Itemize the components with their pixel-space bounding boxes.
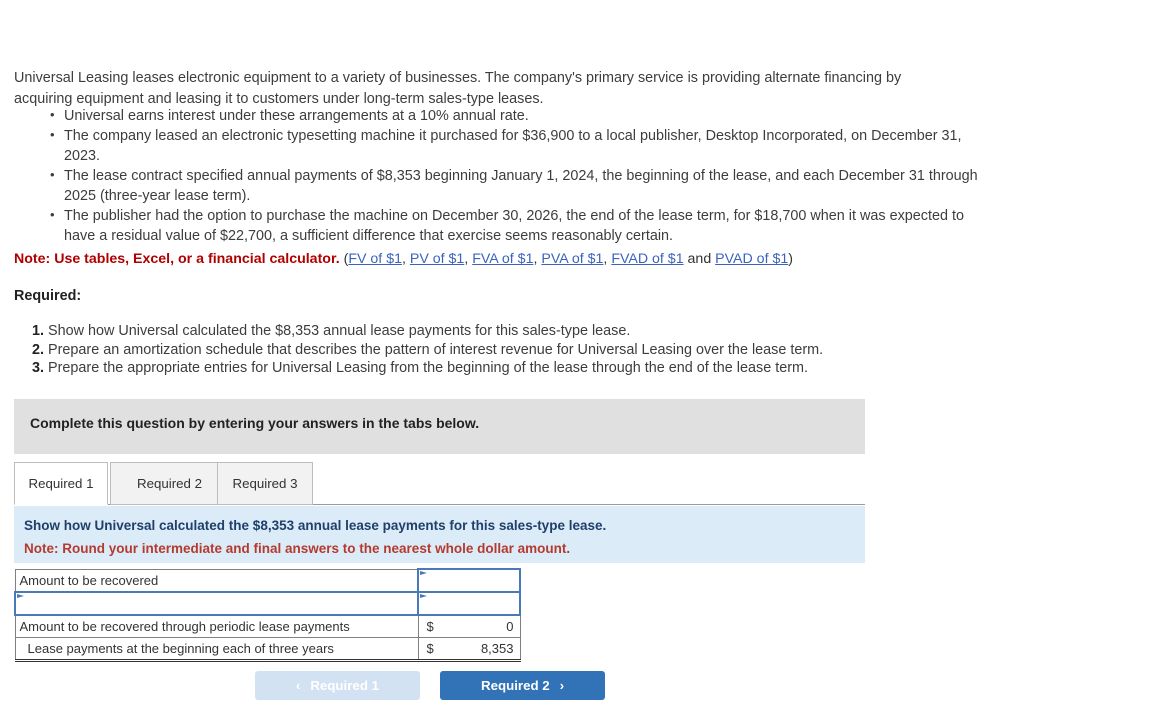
label-cell: Lease payments at the beginning each of … [14, 637, 419, 662]
required-item-number: 2. [32, 341, 45, 358]
row-label-text: Lease payments at the beginning each of … [27, 641, 334, 656]
table-row: Lease payments at the beginning each of … [14, 637, 521, 662]
prompt-panel: Show how Universal calculated the $8,353… [14, 506, 865, 563]
table-row: Amount to be recovered [14, 568, 521, 593]
row-amount: 0 [506, 619, 514, 634]
table-link-pvad-of-1[interactable]: PVAD of $1 [715, 251, 788, 267]
fact-item: The publisher had the option to purchase… [50, 205, 986, 246]
previous-required-button[interactable]: ‹ Required 1 [255, 671, 420, 700]
table-link-pv-of-1[interactable]: PV of $1 [410, 251, 464, 267]
tab-bar: Required 1 Required 2 Required 3 [14, 462, 865, 505]
fact-item: Universal earns interest under these arr… [50, 105, 986, 126]
required-heading: Required: [14, 288, 82, 304]
intro-paragraph: Universal Leasing leases electronic equi… [14, 70, 902, 108]
required-item-number: 1. [32, 323, 45, 339]
required-item-text: Prepare the appropriate entries for Univ… [48, 360, 808, 376]
table-link-pva-of-1[interactable]: PVA of $1 [541, 251, 603, 267]
cell-marker-icon [17, 594, 24, 598]
question-page: Universal Leasing leases electronic equi… [0, 0, 1166, 706]
required-item: 1. Show how Universal calculated the $8,3… [32, 322, 932, 341]
note-label: Note: Use tables, Excel, or a financial … [14, 251, 340, 267]
row-amount: 8,353 [480, 641, 514, 656]
table-row [14, 591, 521, 616]
label-cell: Amount to be recovered [14, 568, 419, 593]
table-link-fva-of-1[interactable]: FVA of $1 [472, 251, 533, 267]
fact-item: The company leased an electronic typeset… [50, 125, 986, 166]
instruction-banner: Complete this question by entering your … [14, 399, 865, 454]
prompt-question: Show how Universal calculated the $8,353… [24, 518, 607, 533]
next-button-label: Required 2 [480, 678, 550, 693]
tab-required-3[interactable]: Required 3 [217, 462, 313, 505]
facts-list: Universal earns interest under these arr… [14, 105, 986, 246]
required-item-text: Prepare an amortization schedule that de… [48, 341, 824, 358]
cell-marker-icon [420, 594, 427, 598]
fact-item: The lease contract specified annual paym… [50, 165, 986, 206]
required-item-text: Show how Universal calculated the $8,353… [48, 323, 631, 339]
required-items-list: 1. Show how Universal calculated the $8,3… [32, 322, 932, 378]
cell-marker-icon [420, 571, 427, 575]
currency-symbol: $ [426, 641, 434, 656]
required-item-number: 3. [32, 360, 45, 376]
note-links-group: FV of $1, PV of $1, FVA of $1, PVA of $1… [348, 251, 788, 267]
tab-required-1[interactable]: Required 1 [14, 462, 108, 505]
chevron-right-icon: › [559, 678, 565, 693]
note-separator: , [401, 251, 410, 267]
note-line: Note: Use tables, Excel, or a financial … [14, 250, 793, 269]
currency-symbol: $ [426, 619, 434, 634]
previous-button-label: Required 1 [310, 678, 380, 693]
value-cell: $8,353 [417, 637, 521, 662]
note-close-paren: ) [788, 251, 793, 267]
instruction-banner-text: Complete this question by entering your … [30, 415, 480, 431]
table-link-fvad-of-1[interactable]: FVAD of $1 [611, 251, 683, 267]
answer-table: Amount to be recovered Amount to be recov… [14, 568, 521, 662]
note-conjunction: and [683, 251, 716, 267]
value-input-cell[interactable] [417, 591, 521, 616]
value-cell: $0 [417, 614, 521, 638]
required-item: 2. Prepare an amortization schedule that … [32, 341, 932, 360]
label-input-cell[interactable] [14, 591, 419, 616]
table-link-fv-of-1[interactable]: FV of $1 [348, 251, 402, 267]
table-row: Amount to be recovered through periodic … [14, 614, 521, 638]
row-label-text: Amount to be recovered through periodic … [19, 619, 350, 634]
label-cell: Amount to be recovered through periodic … [14, 614, 419, 638]
value-input-cell[interactable] [417, 568, 521, 593]
chevron-left-icon: ‹ [295, 678, 301, 693]
tab-required-2[interactable]: Required 2 [110, 462, 229, 505]
nav-buttons: ‹ Required 1 Required 2 › [255, 671, 615, 701]
next-required-button[interactable]: Required 2 › [440, 671, 605, 700]
required-item: 3. Prepare the appropriate entries for Un… [32, 359, 932, 378]
row-label-text: Amount to be recovered [19, 572, 159, 588]
prompt-rounding-note: Note: Round your intermediate and final … [24, 541, 571, 556]
